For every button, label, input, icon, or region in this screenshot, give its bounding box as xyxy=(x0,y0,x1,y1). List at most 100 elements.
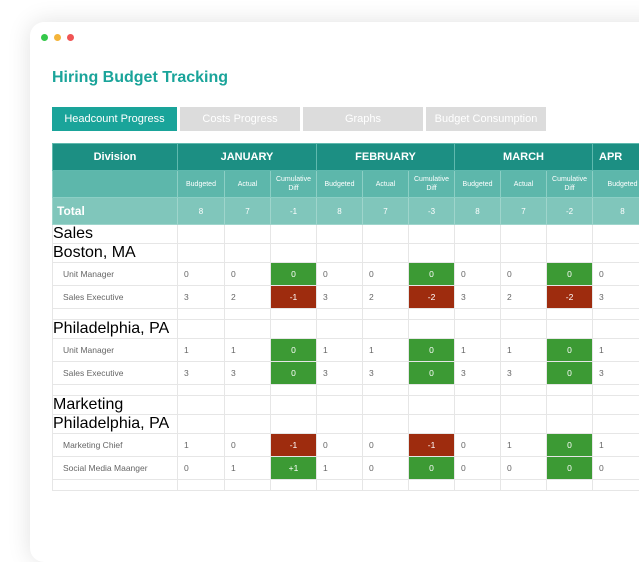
window-dot-green-icon[interactable] xyxy=(41,34,48,41)
empty-cell xyxy=(178,320,225,339)
total-value: 8 xyxy=(317,198,363,225)
empty-cell xyxy=(455,415,501,434)
tab-graphs[interactable]: Graphs xyxy=(303,107,423,131)
empty-cell xyxy=(455,309,501,320)
spacer-row xyxy=(53,309,639,320)
tab-costs-progress[interactable]: Costs Progress xyxy=(180,107,300,131)
tab-budget-consumption[interactable]: Budget Consumption xyxy=(426,107,546,131)
budgeted-cell: 1 xyxy=(317,339,363,362)
empty-cell xyxy=(455,480,501,491)
budgeted-cell: 0 xyxy=(317,434,363,457)
actual-cell: 0 xyxy=(225,434,271,457)
budgeted-cell: 0 xyxy=(593,263,639,286)
budgeted-cell: 3 xyxy=(178,362,225,385)
empty-cell xyxy=(409,480,455,491)
empty-cell xyxy=(225,320,271,339)
actual-cell: 0 xyxy=(501,457,547,480)
window-dot-yellow-icon[interactable] xyxy=(54,34,61,41)
budgeted-cell: 0 xyxy=(455,457,501,480)
budgeted-cell: 3 xyxy=(178,286,225,309)
empty-cell xyxy=(363,244,409,263)
month-header-january: JANUARY xyxy=(178,144,317,171)
budgeted-cell: 1 xyxy=(178,339,225,362)
window-dot-red-icon[interactable] xyxy=(67,34,74,41)
empty-cell xyxy=(593,396,639,415)
budgeted-cell: 1 xyxy=(593,339,639,362)
cumulative-diff-cell: 0 xyxy=(547,263,593,286)
empty-cell xyxy=(271,396,317,415)
location-label: Philadelphia, PA xyxy=(53,415,178,434)
budget-table: Division JANUARYFEBRUARYMARCHAPR Budgete… xyxy=(52,143,639,491)
subheader-row: BudgetedActualCumulative DiffBudgetedAct… xyxy=(53,171,639,198)
empty-cell xyxy=(271,385,317,396)
tab-headcount-progress[interactable]: Headcount Progress xyxy=(52,107,177,131)
empty-cell xyxy=(53,480,178,491)
empty-cell xyxy=(178,385,225,396)
role-label: Marketing Chief xyxy=(53,434,178,457)
actual-cell: 0 xyxy=(225,263,271,286)
empty-cell xyxy=(178,480,225,491)
cumulative-diff-cell: 0 xyxy=(271,263,317,286)
total-value: 8 xyxy=(593,198,639,225)
empty-cell xyxy=(225,415,271,434)
budgeted-cell: 0 xyxy=(178,263,225,286)
budgeted-cell: 0 xyxy=(178,457,225,480)
actual-cell: 3 xyxy=(363,362,409,385)
empty-cell xyxy=(409,415,455,434)
empty-cell xyxy=(178,309,225,320)
empty-cell xyxy=(409,244,455,263)
budgeted-header: Budgeted xyxy=(317,171,363,198)
total-value: 7 xyxy=(225,198,271,225)
cumulative-diff-header: Cumulative Diff xyxy=(409,171,455,198)
actual-cell: 2 xyxy=(225,286,271,309)
empty-cell xyxy=(271,309,317,320)
cumulative-diff-cell: +1 xyxy=(271,457,317,480)
empty-cell xyxy=(547,385,593,396)
empty-cell xyxy=(455,385,501,396)
actual-cell: 1 xyxy=(501,434,547,457)
empty-cell xyxy=(455,396,501,415)
total-label: Total xyxy=(53,198,178,225)
actual-header: Actual xyxy=(501,171,547,198)
cumulative-diff-cell: -2 xyxy=(409,286,455,309)
role-label: Sales Executive xyxy=(53,286,178,309)
month-header-february: FEBRUARY xyxy=(317,144,455,171)
cumulative-diff-cell: 0 xyxy=(409,263,455,286)
cumulative-diff-cell: 0 xyxy=(547,434,593,457)
table-row: Marketing Chief10-100-10101 xyxy=(53,434,639,457)
empty-cell xyxy=(547,225,593,244)
empty-cell xyxy=(363,480,409,491)
empty-cell xyxy=(53,385,178,396)
location-label: Boston, MA xyxy=(53,244,178,263)
budgeted-header: Budgeted xyxy=(593,171,639,198)
budgeted-cell: 3 xyxy=(317,362,363,385)
role-label: Unit Manager xyxy=(53,263,178,286)
empty-cell xyxy=(547,480,593,491)
actual-cell: 2 xyxy=(363,286,409,309)
section-label: Sales xyxy=(53,225,178,244)
month-header-row: Division JANUARYFEBRUARYMARCHAPR xyxy=(53,144,639,171)
empty-cell xyxy=(271,225,317,244)
actual-cell: 0 xyxy=(501,263,547,286)
location-row: Philadelphia, PA xyxy=(53,320,639,339)
empty-cell xyxy=(363,320,409,339)
cumulative-diff-cell: 0 xyxy=(547,457,593,480)
empty-cell xyxy=(455,225,501,244)
empty-cell xyxy=(225,244,271,263)
actual-header: Actual xyxy=(363,171,409,198)
budgeted-cell: 1 xyxy=(593,434,639,457)
app-window: Hiring Budget Tracking Headcount Progres… xyxy=(30,22,639,562)
total-value: 8 xyxy=(178,198,225,225)
location-row: Boston, MA xyxy=(53,244,639,263)
empty-cell xyxy=(593,244,639,263)
actual-cell: 3 xyxy=(501,362,547,385)
budgeted-header: Budgeted xyxy=(455,171,501,198)
role-label: Unit Manager xyxy=(53,339,178,362)
empty-cell xyxy=(317,225,363,244)
total-value: 7 xyxy=(363,198,409,225)
empty-cell xyxy=(363,396,409,415)
total-value: -2 xyxy=(547,198,593,225)
empty-cell xyxy=(271,320,317,339)
empty-cell xyxy=(593,385,639,396)
budgeted-cell: 3 xyxy=(593,362,639,385)
